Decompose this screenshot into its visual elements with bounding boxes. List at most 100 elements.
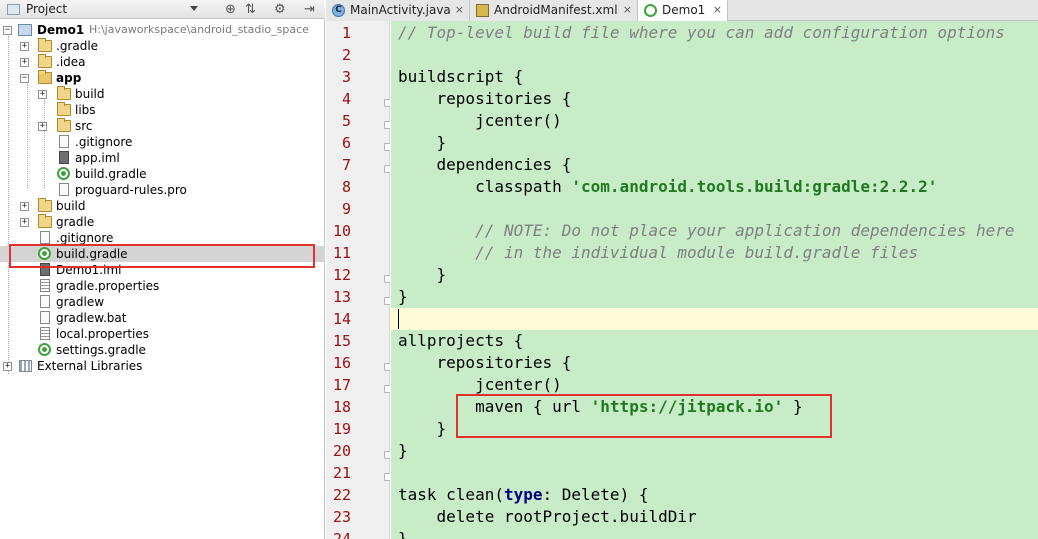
- folder-icon: [57, 86, 71, 100]
- code-line: repositories {: [398, 89, 572, 108]
- tab-demo1[interactable]: Demo1 ×: [638, 0, 728, 21]
- file-icon: [59, 183, 69, 196]
- tab-mainactivity[interactable]: C MainActivity.java ×: [326, 0, 470, 21]
- expand-toggle[interactable]: +: [3, 362, 12, 371]
- code-line: }: [398, 441, 408, 460]
- tree-item-app-gitignore[interactable]: .gitignore: [0, 134, 325, 150]
- code-line: // NOTE: Do not place your application d…: [398, 221, 1015, 240]
- tree-item-label: app.iml: [75, 151, 120, 165]
- code-line: }: [398, 419, 447, 438]
- tree-item-build[interactable]: + build: [0, 198, 325, 214]
- tree-item-label: gradle.properties: [56, 279, 160, 293]
- tree-item-gradlew[interactable]: gradlew: [0, 294, 325, 310]
- tree-item-app[interactable]: − app: [0, 70, 325, 86]
- close-icon[interactable]: ×: [623, 0, 632, 20]
- tab-label: MainActivity.java: [350, 3, 451, 17]
- code-line: }: [398, 265, 447, 284]
- locate-icon[interactable]: ⊕: [225, 1, 236, 18]
- tree-item-app-iml[interactable]: app.iml: [0, 150, 325, 166]
- tree-item-demo1-iml[interactable]: Demo1.iml: [0, 262, 325, 278]
- line-number: 9: [341, 200, 351, 218]
- expand-toggle[interactable]: +: [20, 42, 29, 51]
- tree-item-build-gradle-selected[interactable]: build.gradle: [0, 246, 325, 262]
- tree-item-label: Demo1.iml: [56, 263, 122, 277]
- project-tree: − Demo1 H:\javaworkspace\android_stadio_…: [0, 20, 325, 539]
- tree-item-gradle-dir[interactable]: + .gradle: [0, 38, 325, 54]
- tree-item-gradle-properties[interactable]: gradle.properties: [0, 278, 325, 294]
- expand-toggle[interactable]: +: [20, 202, 29, 211]
- tree-item-gradle[interactable]: + gradle: [0, 214, 325, 230]
- expand-toggle[interactable]: +: [38, 90, 47, 99]
- line-number: 10: [332, 222, 351, 240]
- tree-item-gitignore[interactable]: .gitignore: [0, 230, 325, 246]
- code-line: }: [398, 287, 408, 306]
- line-number: 23: [332, 508, 351, 526]
- code-line: }: [398, 529, 408, 539]
- line-number: 4: [341, 90, 351, 108]
- file-icon: [40, 295, 50, 308]
- gradle-file-icon: [38, 343, 51, 356]
- chevron-down-icon[interactable]: [190, 6, 198, 11]
- tab-androidmanifest[interactable]: AndroidManifest.xml ×: [470, 0, 638, 21]
- code-editor[interactable]: // Top-level build file where you can ad…: [390, 21, 1038, 539]
- tree-item-label: src: [75, 119, 93, 133]
- line-number: 24: [332, 530, 351, 539]
- tree-item-app-build[interactable]: + build: [0, 86, 325, 102]
- line-number: 1: [341, 24, 351, 42]
- module-icon: [18, 24, 32, 36]
- code-line: jcenter(): [398, 111, 562, 130]
- tree-item-idea[interactable]: + .idea: [0, 54, 325, 70]
- folder-icon: [57, 102, 71, 116]
- tree-item-libs[interactable]: libs: [0, 102, 325, 118]
- settings-icon[interactable]: ⚙: [274, 1, 286, 18]
- file-icon: [40, 311, 50, 324]
- tab-label: Demo1: [662, 3, 706, 17]
- project-view-selector[interactable]: Project: [26, 2, 67, 16]
- code-line: delete rootProject.buildDir: [398, 507, 697, 526]
- code-line: }: [398, 133, 447, 152]
- gradle-file-icon: [38, 247, 51, 260]
- tree-item-src[interactable]: + src: [0, 118, 325, 134]
- tree-item-local-properties[interactable]: local.properties: [0, 326, 325, 342]
- iml-file-icon: [40, 263, 50, 276]
- expand-toggle[interactable]: +: [20, 58, 29, 67]
- expand-toggle[interactable]: −: [3, 26, 12, 35]
- folder-icon: [38, 54, 52, 68]
- current-line-highlight: [390, 308, 1038, 330]
- tree-item-label: .gradle: [56, 39, 99, 53]
- line-number: 8: [341, 178, 351, 196]
- code-line-maven: maven { url 'https://jitpack.io' }: [398, 397, 803, 416]
- tree-root-demo1[interactable]: − Demo1 H:\javaworkspace\android_stadio_…: [0, 22, 325, 38]
- tree-item-external-libraries[interactable]: + External Libraries: [0, 358, 325, 374]
- close-icon[interactable]: ×: [455, 0, 464, 20]
- expand-toggle[interactable]: +: [20, 218, 29, 227]
- line-number: 11: [332, 244, 351, 262]
- code-line: repositories {: [398, 353, 572, 372]
- tree-item-settings-gradle[interactable]: settings.gradle: [0, 342, 325, 358]
- editor-tabs: C MainActivity.java × AndroidManifest.xm…: [326, 0, 1038, 21]
- tree-item-label: .idea: [56, 55, 86, 69]
- line-number: 7: [341, 156, 351, 174]
- tree-item-label: .gitignore: [56, 231, 114, 245]
- folder-icon: [57, 118, 71, 132]
- expand-toggle[interactable]: +: [38, 122, 47, 131]
- tree-item-label: build.gradle: [75, 167, 147, 181]
- hide-icon[interactable]: ⇥: [304, 1, 315, 18]
- expand-toggle[interactable]: −: [20, 74, 29, 83]
- manifest-icon: [476, 4, 489, 17]
- tree-item-proguard[interactable]: proguard-rules.pro: [0, 182, 325, 198]
- tree-item-label: local.properties: [56, 327, 150, 341]
- file-icon: [40, 231, 50, 244]
- tree-item-label: libs: [75, 103, 96, 117]
- line-number: 15: [332, 332, 351, 350]
- tree-item-label: External Libraries: [37, 359, 143, 373]
- tree-item-label: gradlew: [56, 295, 105, 309]
- tree-item-app-build-gradle[interactable]: build.gradle: [0, 166, 325, 182]
- tree-root-label: Demo1: [37, 23, 85, 37]
- iml-file-icon: [59, 151, 69, 164]
- collapse-icon[interactable]: ⇅: [245, 1, 256, 18]
- close-icon[interactable]: ×: [713, 0, 722, 20]
- module-folder-icon: [38, 70, 52, 84]
- tree-item-gradlew-bat[interactable]: gradlew.bat: [0, 310, 325, 326]
- tree-item-label: build: [56, 199, 86, 213]
